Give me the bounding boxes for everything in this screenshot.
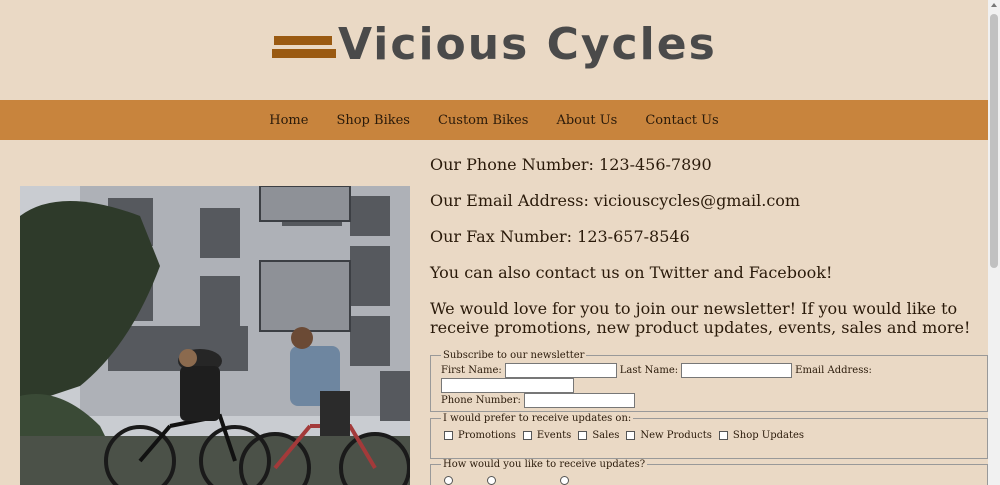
last-name-input[interactable]	[681, 363, 793, 378]
site-logo[interactable]: Vicious Cycles	[272, 20, 717, 70]
email-label: Email Address:	[795, 365, 872, 376]
method-fieldset: How would you like to receive updates?	[430, 459, 988, 485]
nav-contact-us[interactable]: Contact Us	[645, 113, 718, 128]
phone-input[interactable]	[523, 393, 635, 408]
method-radio-3[interactable]	[560, 476, 569, 485]
contact-info: Our Phone Number: 123-456-7890 Our Email…	[430, 155, 985, 354]
method-radio-2[interactable]	[487, 476, 496, 485]
main-nav: Home Shop Bikes Custom Bikes About Us Co…	[0, 100, 988, 140]
updates-legend: I would prefer to receive updates on:	[443, 413, 632, 424]
events-label: Events	[536, 430, 572, 441]
new-products-label: New Products	[640, 430, 712, 441]
newsletter-text: We would love for you to join our newsle…	[430, 299, 971, 337]
phone-number: Our Phone Number: 123-456-7890	[430, 155, 712, 174]
sales-label: Sales	[592, 430, 620, 441]
logo-mark-icon	[272, 28, 338, 62]
fax-number: Our Fax Number: 123-657-8546	[430, 227, 690, 246]
updates-fieldset: I would prefer to receive updates on: Pr…	[430, 413, 988, 459]
first-name-label: First Name:	[441, 365, 502, 376]
nav-home[interactable]: Home	[269, 113, 308, 128]
email-input[interactable]	[441, 378, 574, 393]
first-name-input[interactable]	[504, 363, 617, 378]
vertical-scrollbar[interactable]	[988, 0, 1000, 485]
nav-shop-bikes[interactable]: Shop Bikes	[336, 113, 410, 128]
social-note: You can also contact us on Twitter and F…	[430, 263, 833, 282]
subscribe-fieldset: Subscribe to our newsletter First Name: …	[430, 350, 988, 412]
events-checkbox[interactable]	[522, 431, 532, 440]
promotions-checkbox[interactable]	[444, 431, 453, 440]
email-address: Our Email Address: viciouscycles@gmail.c…	[430, 191, 801, 210]
promotions-label: Promotions	[458, 430, 516, 441]
method-radio-1[interactable]	[444, 476, 453, 485]
nav-custom-bikes[interactable]: Custom Bikes	[438, 113, 528, 128]
cyclists-photo	[20, 186, 410, 485]
shop-updates-checkbox[interactable]	[718, 431, 728, 440]
shop-updates-label: Shop Updates	[732, 430, 805, 441]
sales-checkbox[interactable]	[578, 431, 588, 440]
method-legend: How would you like to receive updates?	[443, 459, 646, 470]
new-products-checkbox[interactable]	[626, 431, 636, 440]
scroll-up-icon[interactable]	[991, 3, 997, 7]
subscribe-legend: Subscribe to our newsletter	[443, 350, 585, 361]
last-name-label: Last Name:	[619, 365, 679, 376]
nav-about-us[interactable]: About Us	[556, 113, 617, 128]
brand-name: Vicious Cycles	[338, 19, 717, 70]
site-header: Vicious Cycles	[0, 0, 988, 100]
scrollbar-thumb[interactable]	[990, 14, 998, 268]
phone-label: Phone Number:	[441, 395, 521, 406]
